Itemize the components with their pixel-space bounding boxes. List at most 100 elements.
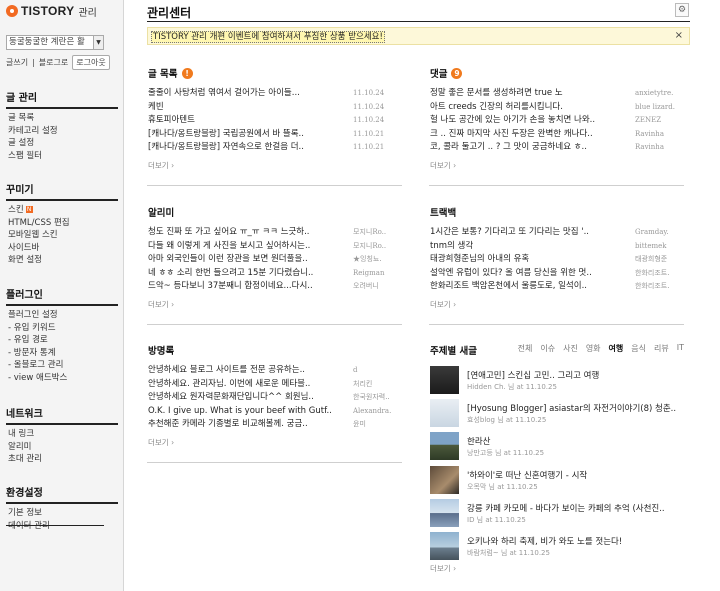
nav-heading[interactable]: 플러그인 [6,286,118,306]
blog-select[interactable]: 둥굴둥굴한 계란은 활 [6,35,104,50]
close-icon[interactable]: × [675,30,683,41]
logo-text: TISTORY [21,4,75,18]
list-item[interactable]: 휴토피아텐트 11.10.24 [148,114,402,128]
nav-item-mobile-skin[interactable]: 모바일웹 스킨 [0,229,124,242]
divider [147,462,402,463]
list-item[interactable]: 아마 외국인들이 이런 장관을 보면 원더풀을.. ★잉칭뇨. [148,253,402,267]
list-item[interactable]: 크 .. 진짜 마지막 사진 두장은 완벽한 캐나다.. Ravinha [430,128,684,142]
logout-button[interactable]: 로그아웃 [72,55,110,70]
topic-item[interactable]: [Hyosung Blogger] asiastar의 자전거이야기(8) 청춘… [430,399,685,427]
go-to-blog-link[interactable]: 블로그로 [39,57,68,68]
panel-title[interactable]: 글 목록! [148,66,193,80]
nav-item-view-adbox[interactable]: - view 애드박스 [0,372,124,385]
item-title: 크 .. 진짜 마지막 사진 두장은 완벽한 캐나다.. [430,128,593,139]
list-item[interactable]: 케빈 11.10.24 [148,101,402,115]
nav-item-category-settings[interactable]: 카테고리 설정 [0,125,124,138]
nav-item-invitations[interactable]: 초대 관리 [0,453,124,466]
list-item[interactable]: tnm의 생각 bittemek [430,240,684,254]
nav-item-post-settings[interactable]: 글 설정 [0,137,124,150]
notice-link[interactable]: TISTORY 관리 개편 이벤트에 참여하셔서 푸짐한 상품 받으세요! [151,31,385,43]
panel-title[interactable]: 트랙백 [430,205,456,219]
more-link[interactable]: 더보기 › [430,299,456,310]
count-badge-icon: 9 [451,67,463,79]
panel-title[interactable]: 방명록 [148,343,174,357]
nav-item-keywords[interactable]: - 유입 키워드 [0,322,124,335]
tab-movie[interactable]: 영화 [586,343,601,354]
nav-item-notifier[interactable]: 알리미 [0,441,124,454]
item-meta: bittemek [635,241,667,250]
list-item[interactable]: 정말 좋은 문서를 생성하려면 true 노 anxietytre. [430,87,684,101]
list-item[interactable]: 안녕하세요 블로그 사이트를 전문 공유하는.. d [148,364,402,378]
nav-item-skin[interactable]: 스킨 N [0,204,124,217]
tab-food[interactable]: 음식 [631,343,646,354]
topic-tabs: 전체 이슈 사진 영화 여행 음식 리뷰 IT [518,343,684,354]
tab-issue[interactable]: 이슈 [540,343,555,354]
list-item[interactable]: 추천해준 카메라 기종별로 비교해볼께. 궁금.. 윤미 [148,418,402,432]
thumbnail[interactable] [430,499,459,527]
list-item[interactable]: 네 ㅎㅎ 소리 한번 들으려고 15분 기다렸습니.. Reigman [148,267,402,281]
nav-item-basic-info[interactable]: 기본 정보 [0,507,124,520]
topic-title: [연애고민] 스킨십 고민.. 그리고 여행 [467,371,600,381]
nav-item-display-settings[interactable]: 화면 설정 [0,254,124,267]
list-item[interactable]: 안녕하세요 원자력문화재단입니다^^ 회원님.. 한국원자력.. [148,391,402,405]
list-item[interactable]: 다들 왜 이렇게 게 사진을 보시고 싶어하시는.. 모지니Ro.. [148,240,402,254]
tab-photo[interactable]: 사진 [563,343,578,354]
nav-item-plugin-settings[interactable]: 플러그인 설정 [0,309,124,322]
thumbnail[interactable] [430,432,459,460]
tab-travel[interactable]: 여행 [609,343,624,354]
list-item[interactable]: O.K. I give up. What is your beef with G… [148,405,402,419]
nav-heading[interactable]: 글 관리 [6,89,118,109]
list-item[interactable]: [캐나다/옹트랑블랑] 국립공원에서 바 뜰록.. 11.10.21 [148,128,402,142]
topic-item[interactable]: 한라산 낭만고등 님 at 11.10.25 [430,432,685,460]
thumbnail[interactable] [430,399,459,427]
more-link[interactable]: 더보기 › [430,563,456,574]
list-item[interactable]: 1시간은 보통? 기다리고 또 기다리는 맛집 '.. Gramday. [430,226,684,240]
list-item[interactable]: 안녕하세요. 관리자님. 이번에 새로운 메타블.. 처리킨 [148,378,402,392]
topic-item[interactable]: '하와이'로 떠난 신혼여행기 - 시작 오목막 님 at 11.10.25 [430,466,685,494]
item-title: 케빈 [148,101,164,112]
more-link[interactable]: 더보기 › [148,437,174,448]
list-item[interactable]: 설악엔 유럽이 있다? 올 여름 당신을 위한 멋.. 한화리조트. [430,267,684,281]
list-item[interactable]: 줄줄이 사탕처럼 엮여서 걸어가는 아이들... 11.10.24 [148,87,402,101]
nav-heading[interactable]: 환경설정 [6,484,118,504]
nav-item-sidebar[interactable]: 사이드바 [0,242,124,255]
nav-item-my-links[interactable]: 내 링크 [0,428,124,441]
gear-icon[interactable]: ⚙ [675,3,689,17]
write-post-link[interactable]: 글쓰기 [6,57,28,68]
list-item[interactable]: 코, 콜라 둘고기 .. ? 그 맛이 궁금하네요 ㅎ.. Ravinha [430,141,684,155]
panel-title-text: 주제별 새글 [430,346,478,357]
list-item[interactable]: 아트 creeds 긴장의 허리를시킵니다. blue lizard. [430,101,684,115]
nav-item-html-css[interactable]: HTML/CSS 편집 [0,217,124,230]
nav-heading[interactable]: 꾸미기 [6,181,118,201]
list-item[interactable]: 태광희형준님의 아내의 유혹 태광희형준 [430,253,684,267]
more-link[interactable]: 더보기 › [148,160,174,171]
panel-title[interactable]: 알리미 [148,205,174,219]
tab-review[interactable]: 리뷰 [654,343,669,354]
tistory-logo-icon [6,5,18,17]
nav-item-referrers[interactable]: - 유입 경로 [0,334,124,347]
list-item[interactable]: 청도 진짜 또 가고 싶어요 ㅠ_ㅠ ㅋㅋ 느긋하.. 모지니Ro.. [148,226,402,240]
nav-item-visitor-stats[interactable]: - 방문자 통계 [0,347,124,360]
list-item[interactable]: [캐나다/옹트랑블랑] 자연속으로 한걸음 더.. 11.10.21 [148,141,402,155]
thumbnail[interactable] [430,366,459,394]
tab-all[interactable]: 전체 [518,343,533,354]
blog-select-arrow-icon[interactable]: ▼ [93,35,104,50]
list-item[interactable]: 한화리조트 백암온천에서 울릉도로, 일석이.. 한화리조트. [430,280,684,294]
nav-group-posts: 글 관리 글 목록 카테고리 설정 글 설정 스팸 필터 [0,89,124,162]
nav-item-post-list[interactable]: 글 목록 [0,112,124,125]
topic-item[interactable]: 강릉 카페 카모메 - 바다가 보이는 카페의 추억 (사천진.. ID 님 a… [430,499,685,527]
thumbnail[interactable] [430,466,459,494]
nav-item-allblog[interactable]: - 올블로그 관리 [0,359,124,372]
list-item[interactable]: 드악~ 등다보니 37분째니 합정이네요...다시.. 오려버니 [148,280,402,294]
tab-it[interactable]: IT [677,343,684,354]
tistory-logo[interactable]: TISTORY 관리 [6,4,97,19]
nav-heading[interactable]: 네트워크 [6,405,118,425]
more-link[interactable]: 더보기 › [148,299,174,310]
topic-item[interactable]: 오키나와 하리 축제, 비가 와도 노를 젓는다! 바람처럼~ 님 at 11.… [430,532,685,560]
panel-title[interactable]: 댓글 9 [430,66,463,80]
thumbnail[interactable] [430,532,459,560]
list-item[interactable]: 헐 나도 공간에 있는 아기가 손을 놓치면 나와.. ZENEZ [430,114,684,128]
topic-item[interactable]: [연애고민] 스킨십 고민.. 그리고 여행 Hidden Ch. 님 at 1… [430,366,685,394]
more-link[interactable]: 더보기 › [430,160,456,171]
nav-item-spam-filter[interactable]: 스팸 필터 [0,150,124,163]
